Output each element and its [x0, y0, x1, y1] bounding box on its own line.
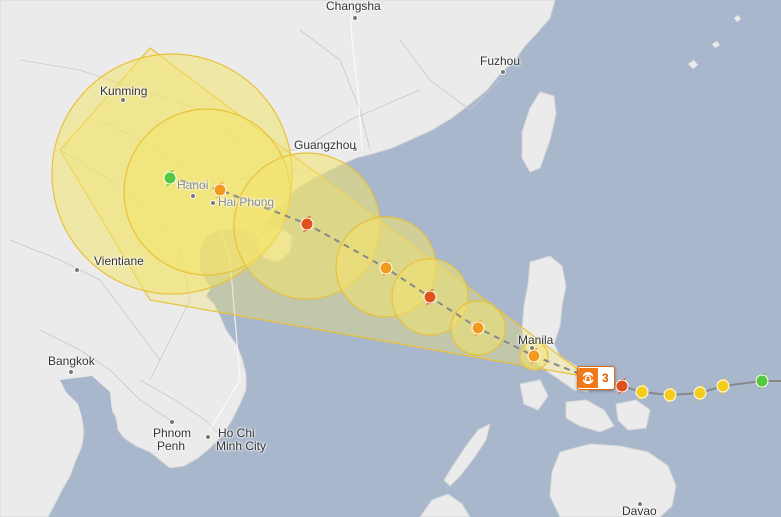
track-marker-dot [635, 385, 649, 399]
city-label-fuzhou: Fuzhou [480, 54, 521, 68]
track-marker-dot [755, 374, 769, 388]
city-label-bangkok: Bangkok [48, 354, 95, 368]
storm-track-map[interactable]: Changsha Fuzhou Kunming Guangzhou Hanoi … [0, 0, 781, 517]
track-marker-dot [663, 388, 677, 402]
track-marker-dot [693, 386, 707, 400]
city-label-vientiane: Vientiane [94, 254, 144, 268]
city-dot [74, 267, 80, 273]
track-marker-dot [163, 171, 177, 185]
city-label-penh: Penh [157, 439, 186, 453]
city-dot [169, 419, 175, 425]
city-dot [500, 69, 506, 75]
city-dot [210, 200, 216, 206]
track-marker-dot [527, 349, 541, 363]
storm-category-badge[interactable]: 3 [577, 366, 615, 390]
hurricane-icon [578, 368, 598, 388]
city-dot [190, 193, 196, 199]
city-dot [352, 15, 358, 21]
track-marker-dot [716, 379, 730, 393]
city-label-davao: Davao [622, 504, 657, 517]
storm-category-value: 3 [602, 371, 609, 385]
track-marker-dot [423, 290, 437, 304]
city-label-kunming: Kunming [100, 84, 148, 98]
city-label-hai-phong: Hai Phong [218, 195, 275, 209]
city-label-guangzhou: Guangzhou [294, 138, 357, 152]
track-marker-dot [379, 261, 393, 275]
city-label-minh-city: Minh City [216, 439, 267, 453]
track-marker-dot [471, 321, 485, 335]
city-label-manila: Manila [518, 333, 554, 347]
city-dot [205, 434, 211, 440]
city-label-changsha: Changsha [326, 0, 381, 13]
track-marker-dot [615, 379, 629, 393]
city-label-hanoi: Hanoi [177, 178, 209, 192]
track-marker-dot [300, 217, 314, 231]
city-dot [120, 97, 126, 103]
city-dot [68, 369, 74, 375]
